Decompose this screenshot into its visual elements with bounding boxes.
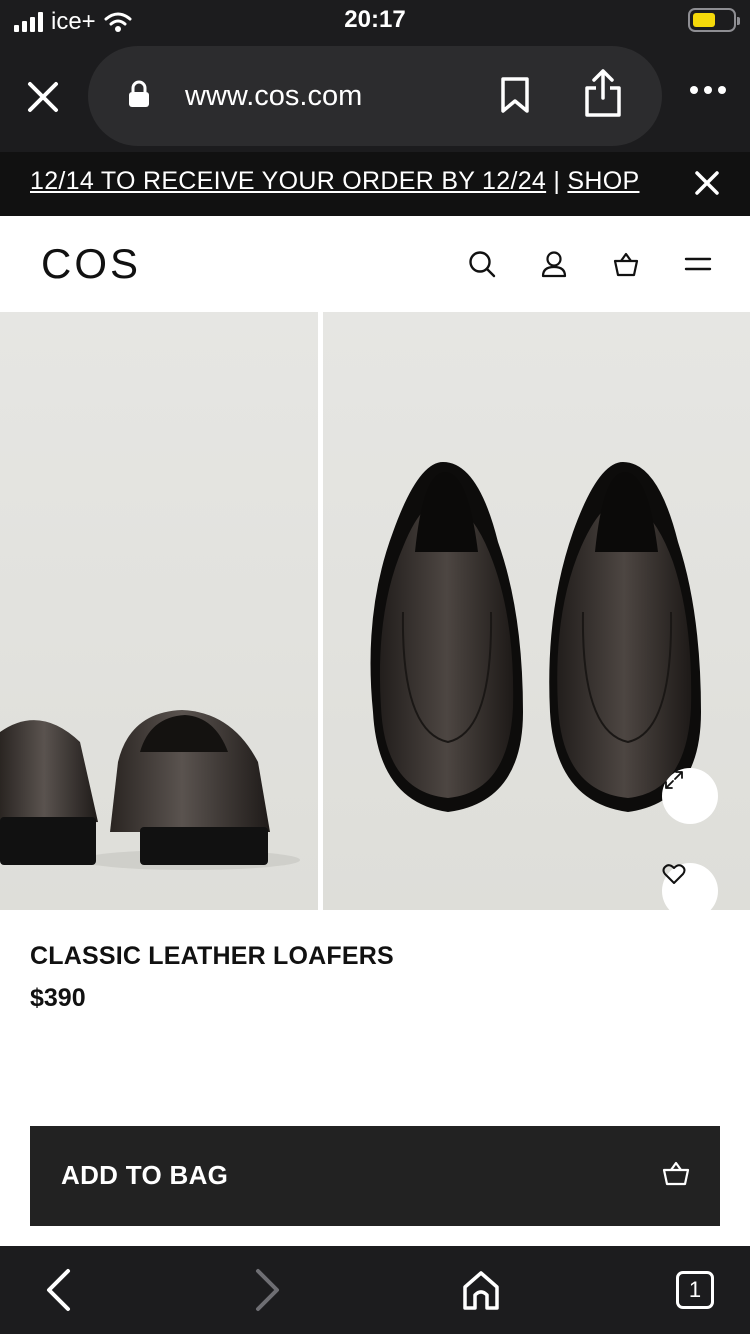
promo-shop-link[interactable]: SHOP (567, 167, 639, 195)
status-bar: ice+ 20:17 (0, 0, 750, 42)
add-to-bag-button[interactable]: ADD TO BAG (30, 1126, 720, 1226)
search-icon (469, 251, 496, 278)
product-title: CLASSIC LEATHER LOAFERS (30, 942, 394, 970)
close-icon (28, 82, 58, 112)
promo-text[interactable]: 12/14 TO RECEIVE YOUR ORDER BY 12/24 | S… (30, 167, 660, 196)
back-icon (47, 1269, 70, 1311)
site-header: COS (0, 216, 750, 312)
home-icon (463, 1271, 499, 1310)
lock-icon (129, 80, 149, 107)
home-button[interactable] (458, 1266, 504, 1314)
menu-icon (684, 257, 712, 271)
forward-button[interactable] (248, 1266, 288, 1314)
bag-button[interactable] (610, 248, 642, 280)
promo-close-button[interactable] (694, 170, 720, 201)
share-button[interactable] (584, 68, 622, 123)
address-bar[interactable]: www.cos.com (88, 46, 662, 146)
tabs-button[interactable]: 1 (672, 1266, 718, 1314)
back-button[interactable] (38, 1266, 78, 1314)
promo-banner: 12/14 TO RECEIVE YOUR ORDER BY 12/24 | S… (0, 152, 750, 216)
wishlist-button[interactable] (662, 863, 718, 910)
share-icon (585, 69, 621, 117)
bag-icon (662, 1161, 690, 1186)
expand-image-button[interactable] (662, 768, 718, 824)
bag-icon (613, 252, 639, 277)
add-to-bag-label: ADD TO BAG (61, 1160, 229, 1190)
battery-icon (688, 8, 740, 32)
browser-bar: www.cos.com (0, 42, 750, 152)
cos-logo[interactable]: COS (41, 240, 141, 288)
product-price: $390 (30, 984, 86, 1012)
url-text: www.cos.com (185, 80, 363, 112)
promo-message[interactable]: 12/14 TO RECEIVE YOUR ORDER BY 12/24 (30, 167, 546, 195)
bookmark-icon (501, 77, 529, 113)
product-image-front[interactable] (323, 312, 750, 910)
account-button[interactable] (538, 248, 570, 280)
account-icon (541, 251, 567, 278)
browser-toolbar: 1 (0, 1246, 750, 1334)
product-image-back[interactable] (0, 312, 318, 910)
loafers-back-illustration (0, 312, 318, 910)
menu-button[interactable] (682, 248, 714, 280)
more-button[interactable] (690, 86, 726, 94)
promo-separator: | (546, 167, 568, 195)
forward-icon (256, 1269, 279, 1311)
tabs-icon: 1 (676, 1271, 714, 1309)
product-gallery[interactable] (0, 312, 750, 910)
close-tab-button[interactable] (20, 74, 66, 120)
close-icon (695, 171, 719, 195)
expand-icon (665, 771, 683, 789)
search-button[interactable] (466, 248, 498, 280)
more-icon (690, 86, 698, 94)
bookmark-button[interactable] (500, 76, 530, 119)
clock: 20:17 (344, 6, 406, 33)
heart-icon (662, 864, 686, 884)
